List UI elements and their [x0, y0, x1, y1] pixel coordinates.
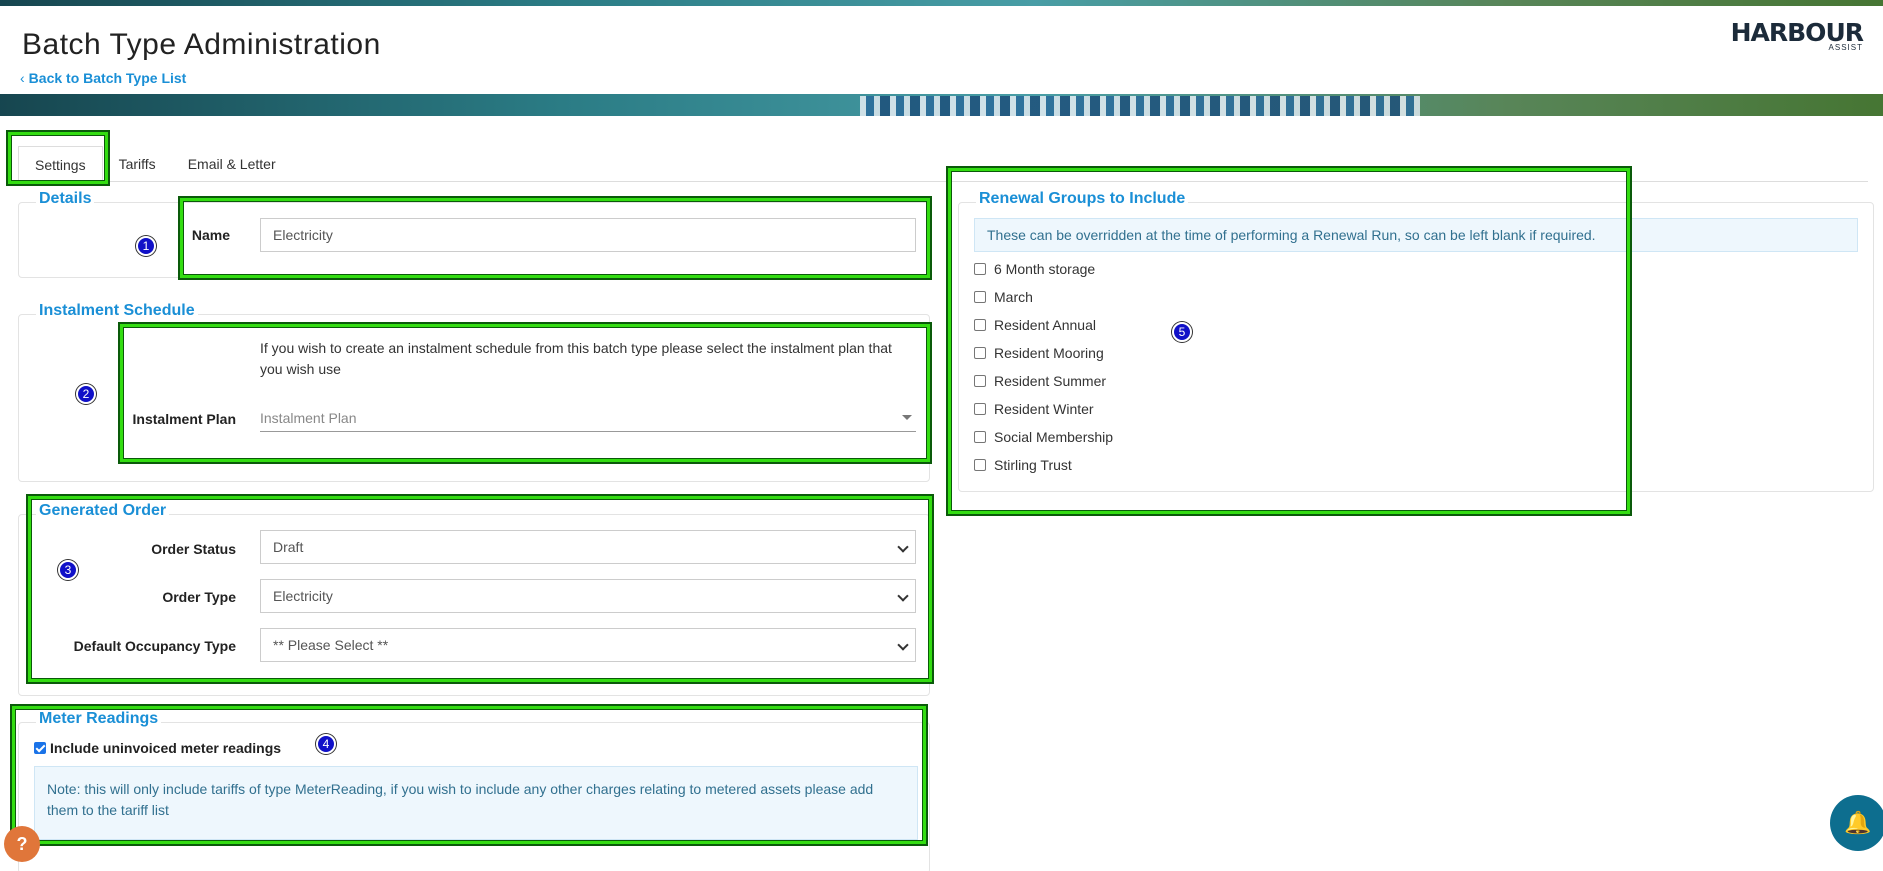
meter-readings-legend: Meter Readings [36, 710, 162, 728]
renewal-group-item[interactable]: Resident Annual [974, 317, 1096, 333]
renewal-group-label: March [994, 289, 1033, 305]
instalment-help-text: If you wish to create an instalment sche… [260, 340, 892, 377]
renewal-groups-info: These can be overridden at the time of p… [974, 218, 1858, 252]
bell-icon[interactable]: 🔔 [1830, 795, 1883, 851]
annotation-badge-4: 4 [316, 734, 336, 754]
harbour-assist-logo: HARBOUR ASSIST [1731, 18, 1864, 52]
chevron-left-icon: ‹ [20, 70, 25, 86]
order-status-label: Order Status [151, 541, 236, 557]
renewal-group-item[interactable]: Stirling Trust [974, 457, 1072, 473]
renewal-group-item[interactable]: Social Membership [974, 429, 1113, 445]
instalment-plan-label: Instalment Plan [132, 411, 236, 427]
annotation-badge-1: 1 [136, 236, 156, 256]
renewal-group-label: Resident Winter [994, 401, 1094, 417]
order-type-value: Electricity [273, 588, 333, 604]
renewal-group-item[interactable]: March [974, 289, 1033, 305]
renewal-group-checkbox[interactable] [974, 291, 986, 303]
annotation-badge-2: 2 [76, 384, 96, 404]
renewal-group-label: Resident Mooring [994, 345, 1104, 361]
default-occupancy-value: ** Please Select ** [273, 637, 389, 653]
renewal-group-label: Resident Annual [994, 317, 1096, 333]
renewal-group-checkbox[interactable] [974, 431, 986, 443]
name-input[interactable] [260, 218, 916, 252]
page-title: Batch Type Administration [22, 28, 381, 61]
details-legend: Details [36, 190, 95, 208]
include-meter-readings-row[interactable]: Include uninvoiced meter readings [34, 740, 281, 756]
order-type-label: Order Type [162, 589, 236, 605]
annotation-badge-5: 5 [1172, 322, 1192, 342]
dropdown-caret-icon [902, 415, 912, 420]
renewal-group-item[interactable]: Resident Mooring [974, 345, 1104, 361]
back-to-list-link[interactable]: ‹ Back to Batch Type List [20, 70, 186, 86]
marina-boats-decoration [860, 96, 1420, 116]
order-status-value: Draft [273, 539, 304, 555]
generated-order-legend: Generated Order [36, 502, 170, 520]
instalment-plan-placeholder: Instalment Plan [260, 410, 357, 426]
renewal-group-checkbox[interactable] [974, 403, 986, 415]
back-link-label: Back to Batch Type List [28, 70, 187, 86]
tab-settings[interactable]: Settings [18, 146, 103, 182]
main-panel: Settings Tariffs Email & Letter Details … [6, 116, 1876, 871]
renewal-group-item[interactable]: 6 Month storage [974, 261, 1095, 277]
default-occupancy-select[interactable]: ** Please Select ** [260, 628, 916, 662]
renewal-group-checkbox[interactable] [974, 319, 986, 331]
name-label: Name [191, 227, 230, 243]
renewal-group-label: Resident Summer [994, 373, 1107, 389]
renewal-group-item[interactable]: Resident Winter [974, 401, 1094, 417]
page-header: Batch Type Administration ‹ Back to Batch… [0, 6, 1883, 94]
default-occupancy-label: Default Occupancy Type [73, 638, 236, 654]
help-icon[interactable]: ? [4, 826, 40, 862]
tab-bar: Settings Tariffs Email & Letter [18, 146, 292, 182]
meter-readings-note: Note: this will only include tariffs of … [34, 766, 918, 840]
renewal-group-item[interactable]: Resident Summer [974, 373, 1106, 389]
renewal-groups-legend: Renewal Groups to Include [976, 190, 1189, 208]
renewal-group-checkbox[interactable] [974, 263, 986, 275]
renewal-group-checkbox[interactable] [974, 375, 986, 387]
include-meter-readings-label: Include uninvoiced meter readings [50, 740, 282, 756]
renewal-group-label: 6 Month storage [994, 261, 1096, 277]
annotation-badge-3: 3 [58, 560, 78, 580]
instalment-legend: Instalment Schedule [36, 302, 198, 320]
include-meter-readings-checkbox[interactable] [34, 742, 46, 754]
renewal-group-checkbox[interactable] [974, 347, 986, 359]
order-status-select[interactable]: Draft [260, 530, 916, 564]
renewal-group-label: Stirling Trust [994, 457, 1072, 473]
renewal-group-label: Social Membership [994, 429, 1114, 445]
tab-tariffs[interactable]: Tariffs [103, 146, 172, 182]
renewal-group-checkbox[interactable] [974, 459, 986, 471]
order-type-select[interactable]: Electricity [260, 579, 916, 613]
instalment-plan-select[interactable]: Instalment Plan [260, 406, 916, 432]
tab-email-letter[interactable]: Email & Letter [172, 146, 292, 182]
tab-divider [18, 181, 1868, 182]
